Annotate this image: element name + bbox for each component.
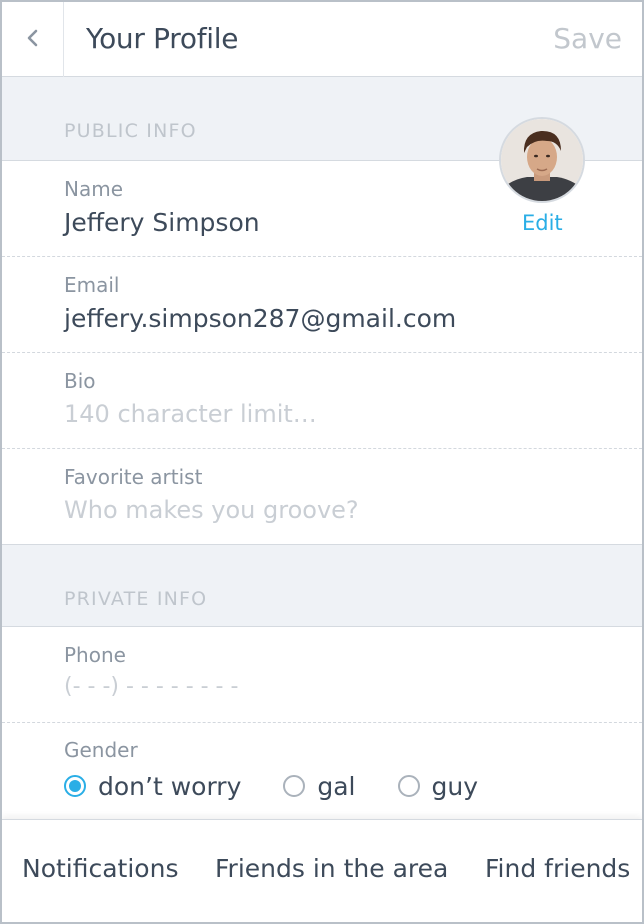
gender-option-guy[interactable]: guy (397, 771, 479, 801)
favorite-artist-field[interactable]: Favorite artist Who makes you groove? (2, 449, 642, 545)
phone-label: Phone (64, 643, 126, 667)
bio-label: Bio (64, 369, 96, 393)
private-info-label: PRIVATE INFO (64, 588, 208, 610)
page-title: Your Profile (86, 22, 239, 55)
nav-find-friends[interactable]: Find friends (485, 854, 630, 883)
phone-field[interactable]: Phone (- - -) - - - - - - - - (2, 627, 642, 723)
avatar[interactable] (499, 117, 585, 203)
profile-screen: Your Profile Save PUBLIC INFO Name Jeffe… (0, 0, 644, 924)
nav-notifications[interactable]: Notifications (22, 854, 178, 883)
gender-option-label: guy (431, 771, 479, 801)
email-value[interactable]: jeffery.simpson287@gmail.com (64, 304, 456, 333)
gender-label: Gender (64, 738, 138, 762)
back-button[interactable] (2, 2, 64, 77)
chevron-left-icon (26, 29, 40, 51)
profile-photo (501, 119, 583, 201)
email-label: Email (64, 273, 120, 297)
gender-option-label: gal (317, 771, 356, 801)
name-value[interactable]: Jeffery Simpson (64, 208, 260, 237)
favorite-artist-label: Favorite artist (64, 465, 203, 489)
gender-option-dont-worry[interactable]: don’t worry (64, 772, 241, 801)
nav-friends-in-area[interactable]: Friends in the area (215, 854, 448, 883)
email-field[interactable]: Email jeffery.simpson287@gmail.com (2, 257, 642, 353)
gender-option-label: don’t worry (98, 771, 242, 801)
favorite-artist-input[interactable]: Who makes you groove? (64, 496, 359, 524)
public-info-label: PUBLIC INFO (64, 120, 197, 142)
save-button[interactable]: Save (553, 22, 622, 55)
bottom-nav: Notifications Friends in the area Find f… (2, 819, 642, 922)
edit-avatar-link[interactable]: Edit (522, 211, 563, 235)
gender-option-gal[interactable]: gal (283, 771, 356, 801)
bio-field[interactable]: Bio 140 character limit… (2, 353, 642, 449)
bio-input[interactable]: 140 character limit… (64, 400, 317, 428)
radio-icon[interactable] (397, 775, 420, 797)
private-info-section-header: PRIVATE INFO (2, 545, 642, 627)
gender-radio-group: don’t worry gal guy (64, 766, 520, 806)
phone-input[interactable]: (- - -) - - - - - - - - (64, 674, 238, 699)
radio-icon[interactable] (283, 775, 306, 797)
radio-selected-icon[interactable] (64, 775, 86, 797)
top-bar: Your Profile Save (2, 2, 642, 77)
name-label: Name (64, 177, 124, 201)
